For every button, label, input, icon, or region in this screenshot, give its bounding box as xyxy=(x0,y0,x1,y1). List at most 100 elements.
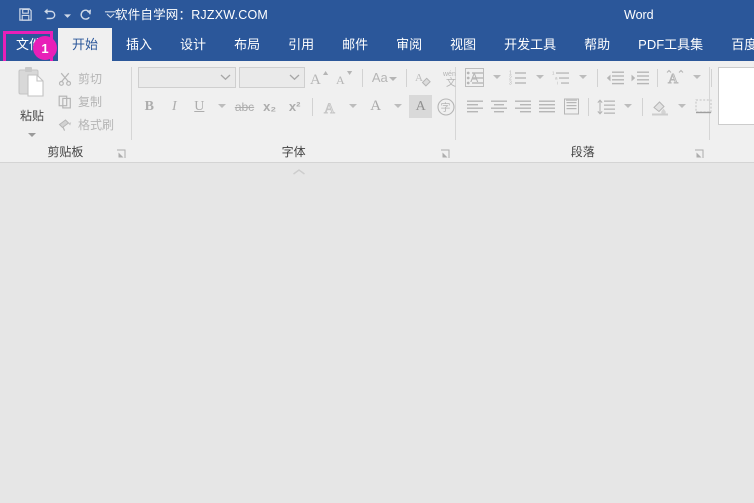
multilevel-list-dropdown-icon[interactable] xyxy=(574,66,592,89)
underline-dropdown-icon[interactable] xyxy=(213,95,231,118)
numbering-dropdown-icon[interactable] xyxy=(531,66,549,89)
tab-pdf-tools[interactable]: PDF工具集 xyxy=(624,28,717,61)
clipboard-dialog-launcher-icon[interactable] xyxy=(116,148,127,159)
svg-text:i: i xyxy=(557,80,558,85)
tab-view[interactable]: 视图 xyxy=(436,28,490,61)
subscript-button[interactable]: x₂ xyxy=(258,95,281,118)
font-color-label: A xyxy=(415,98,426,114)
redo-icon[interactable] xyxy=(75,4,97,24)
italic-label: I xyxy=(171,98,177,114)
shading-dropdown-icon[interactable] xyxy=(673,95,691,118)
align-right-button[interactable] xyxy=(512,95,535,118)
strikethrough-label: abc xyxy=(234,99,255,114)
paste-button[interactable]: 粘贴 xyxy=(8,65,56,143)
annotation-step-badge: 1 xyxy=(33,36,57,60)
format-painter-button[interactable]: 格式刷 xyxy=(56,113,128,136)
shading-button[interactable] xyxy=(648,95,672,118)
quick-access-toolbar xyxy=(14,4,121,24)
bullets-dropdown-icon[interactable] xyxy=(488,66,506,89)
styles-group-label xyxy=(710,144,754,162)
paragraph-dialog-launcher-icon[interactable] xyxy=(694,148,705,159)
font-color-button[interactable]: A xyxy=(409,95,433,118)
svg-text:文: 文 xyxy=(446,76,456,88)
font-name-combobox[interactable] xyxy=(137,67,236,88)
undo-icon[interactable] xyxy=(38,4,60,24)
sort-button[interactable]: A xyxy=(663,66,687,89)
justify-button[interactable] xyxy=(536,95,559,118)
text-highlight-color-label: A xyxy=(370,98,382,114)
copy-button[interactable]: 复制 xyxy=(56,90,128,113)
bold-button[interactable]: B xyxy=(138,95,161,118)
para-row2-divider-1 xyxy=(588,97,590,116)
text-effects-dropdown-icon[interactable] xyxy=(344,95,362,118)
decrease-indent-button[interactable] xyxy=(603,66,627,89)
para-row2-divider-2 xyxy=(642,97,644,116)
font-dialog-launcher-icon[interactable] xyxy=(440,148,451,159)
save-icon[interactable] xyxy=(14,4,36,24)
distribute-button[interactable] xyxy=(560,95,583,118)
text-effects-button[interactable]: A xyxy=(319,95,342,118)
undo-dropdown-icon[interactable] xyxy=(62,4,73,24)
paste-dropdown-icon[interactable] xyxy=(28,125,36,143)
bold-label: B xyxy=(144,98,154,114)
ribbon-group-font: A A Aa A wén 文 A B I U abc x₂ x² A A A 字… xyxy=(132,61,484,162)
superscript-label: x² xyxy=(288,99,301,114)
para-row1-divider-1 xyxy=(597,68,599,87)
cut-button[interactable]: 剪切 xyxy=(56,67,128,90)
text-highlight-color-dropdown-icon[interactable] xyxy=(389,95,407,118)
style-gallery-item[interactable] xyxy=(718,67,754,125)
tab-references[interactable]: 引用 xyxy=(274,28,328,61)
tab-help[interactable]: 帮助 xyxy=(570,28,624,61)
document-area[interactable] xyxy=(0,163,754,503)
numbering-button[interactable]: 1 2 3 xyxy=(507,66,530,89)
multilevel-list-button[interactable]: 1 a i xyxy=(550,66,573,89)
underline-button[interactable]: U xyxy=(188,95,211,118)
bullets-button[interactable] xyxy=(464,66,487,89)
font-size-combobox[interactable] xyxy=(238,67,305,88)
font-row1-divider-1 xyxy=(361,68,363,87)
align-left-button[interactable] xyxy=(464,95,487,118)
character-shading-button[interactable]: 字 xyxy=(434,95,458,118)
tab-baidu-netdisk[interactable]: 百度网盘 xyxy=(717,28,754,61)
format-painter-label: 格式刷 xyxy=(78,118,115,132)
superscript-button[interactable]: x² xyxy=(283,95,306,118)
chevron-up-icon[interactable] xyxy=(292,164,306,175)
font-row1-divider-2 xyxy=(405,68,407,87)
tab-mailings[interactable]: 邮件 xyxy=(328,28,382,61)
tab-insert[interactable]: 插入 xyxy=(112,28,166,61)
tab-review[interactable]: 审阅 xyxy=(382,28,436,61)
tab-developer[interactable]: 开发工具 xyxy=(490,28,570,61)
increase-indent-button[interactable] xyxy=(628,66,652,89)
ribbon-group-paragraph: 1 2 3 1 a i A 段落 xyxy=(456,61,733,162)
subscript-label: x₂ xyxy=(263,99,277,114)
ribbon-group-styles xyxy=(710,61,754,162)
grow-font-button[interactable]: A xyxy=(307,66,331,89)
svg-text:A: A xyxy=(324,101,335,116)
svg-text:wén: wén xyxy=(442,71,456,78)
sort-dropdown-icon[interactable] xyxy=(688,66,706,89)
format-painter-icon xyxy=(56,116,74,134)
line-spacing-dropdown-icon[interactable] xyxy=(619,95,637,118)
paste-icon xyxy=(15,65,49,106)
cut-label: 剪切 xyxy=(78,72,103,86)
svg-text:A: A xyxy=(668,72,679,86)
tab-design[interactable]: 设计 xyxy=(166,28,220,61)
text-highlight-color-button[interactable]: A xyxy=(364,95,387,118)
clear-formatting-button[interactable]: A xyxy=(413,66,437,89)
font-group-label: 字体 xyxy=(132,144,456,162)
shrink-font-button[interactable]: A xyxy=(333,66,356,89)
paragraph-group-label: 段落 xyxy=(456,144,709,162)
svg-text:A: A xyxy=(415,72,423,84)
strikethrough-button[interactable]: abc xyxy=(233,95,256,118)
align-center-button[interactable] xyxy=(488,95,511,118)
copy-icon xyxy=(56,93,74,111)
tab-home[interactable]: 开始 xyxy=(58,28,113,61)
svg-text:3: 3 xyxy=(509,80,512,85)
italic-button[interactable]: I xyxy=(163,95,186,118)
word-window: 软件自学网：RJZXW.COM Word 文件 开始 插入 设计 布局 引用 邮… xyxy=(0,0,754,503)
change-case-button[interactable]: Aa xyxy=(369,66,400,89)
tab-layout[interactable]: 布局 xyxy=(220,28,274,61)
change-case-dropdown-icon[interactable] xyxy=(388,70,397,85)
line-spacing-button[interactable] xyxy=(594,95,618,118)
font-group-label-text: 字体 xyxy=(281,145,306,159)
